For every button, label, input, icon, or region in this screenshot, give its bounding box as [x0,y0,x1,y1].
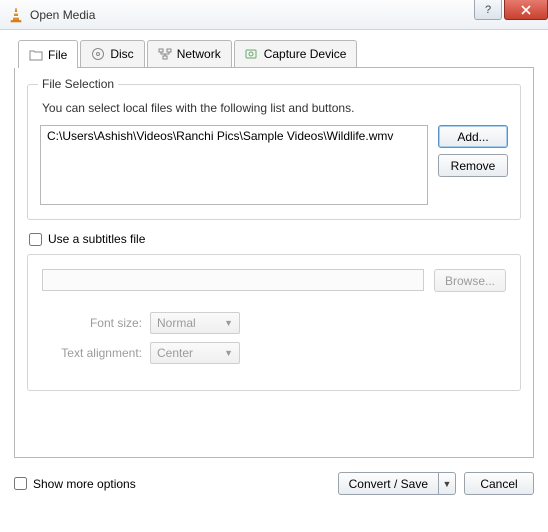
subtitle-file-input [42,269,424,291]
chevron-down-icon: ▼ [224,318,233,328]
text-align-combo: Center ▼ [150,342,240,364]
file-side-buttons: Add... Remove [438,125,508,205]
browse-button: Browse... [434,269,506,292]
dialog-content: File Disc Network Capture Device File Se… [0,30,548,507]
tab-label: File [48,48,67,62]
font-size-label: Font size: [52,316,142,330]
text-align-value: Center [157,346,193,360]
subtitle-file-row: Browse... [42,269,506,292]
tab-capture[interactable]: Capture Device [234,40,358,67]
vlc-cone-icon [8,7,24,23]
add-button[interactable]: Add... [438,125,508,148]
text-align-row: Text alignment: Center ▼ [52,342,506,364]
use-subtitles-row: Use a subtitles file [29,232,519,246]
remove-button[interactable]: Remove [438,154,508,177]
show-more-checkbox[interactable] [14,477,27,490]
window-buttons: ? [474,0,548,20]
tab-disc[interactable]: Disc [80,40,144,67]
font-size-row: Font size: Normal ▼ [52,312,506,334]
font-size-combo: Normal ▼ [150,312,240,334]
help-button[interactable]: ? [474,0,502,20]
chevron-down-icon: ▼ [224,348,233,358]
disc-icon [91,47,105,61]
tab-label: Capture Device [264,47,347,61]
window-title: Open Media [30,8,95,22]
file-list-item[interactable]: C:\Users\Ashish\Videos\Ranchi Pics\Sampl… [47,129,421,143]
cancel-button[interactable]: Cancel [464,472,534,495]
tab-bar: File Disc Network Capture Device [18,40,534,68]
file-selection-group: File Selection You can select local file… [27,84,521,220]
group-legend: File Selection [38,77,118,91]
subtitles-group: Browse... Font size: Normal ▼ Text align… [27,254,521,391]
convert-save-splitbutton: Convert / Save ▼ [338,472,456,495]
file-list[interactable]: C:\Users\Ashish\Videos\Ranchi Pics\Sampl… [40,125,428,205]
tab-network[interactable]: Network [147,40,232,67]
file-icon [29,48,43,62]
convert-save-dropdown[interactable]: ▼ [438,472,456,495]
chevron-down-icon: ▼ [443,479,452,489]
instruction-text: You can select local files with the foll… [42,101,506,115]
tab-label: Disc [110,47,133,61]
use-subtitles-checkbox[interactable] [29,233,42,246]
convert-save-button[interactable]: Convert / Save [338,472,438,495]
tab-label: Network [177,47,221,61]
network-icon [158,47,172,61]
close-button[interactable] [504,0,548,20]
use-subtitles-label: Use a subtitles file [48,232,145,246]
font-size-value: Normal [157,316,196,330]
tab-file[interactable]: File [18,40,78,68]
capture-icon [245,47,259,61]
dialog-footer: Show more options Convert / Save ▼ Cance… [14,472,534,495]
tab-content-file: File Selection You can select local file… [14,68,534,458]
text-align-label: Text alignment: [52,346,142,360]
titlebar: Open Media ? [0,0,548,30]
file-row: C:\Users\Ashish\Videos\Ranchi Pics\Sampl… [40,125,508,205]
show-more-label: Show more options [33,477,136,491]
